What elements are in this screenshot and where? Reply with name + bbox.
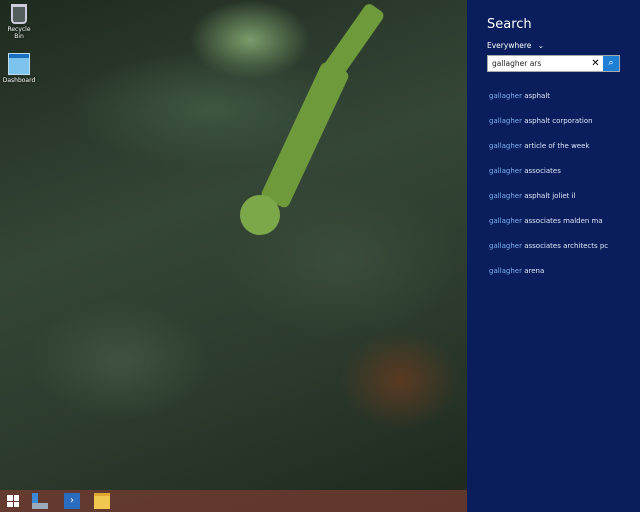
dashboard-shortcut[interactable]: Dashboard xyxy=(2,53,36,84)
suggestion-rest: associates architects pc xyxy=(521,242,609,250)
suggestion-rest: arena xyxy=(521,267,545,275)
suggestion-match: gallagher xyxy=(489,267,522,275)
clear-icon[interactable]: ✕ xyxy=(589,56,602,71)
dashboard-label: Dashboard xyxy=(2,77,36,84)
desktop-wallpaper: Recycle Bin Dashboard › xyxy=(0,0,467,512)
server-manager-icon[interactable] xyxy=(32,493,48,509)
recycle-bin-icon xyxy=(11,4,27,24)
suggestion-match: gallagher xyxy=(489,142,522,150)
search-suggestion[interactable]: gallagher associates malden ma xyxy=(489,217,603,225)
chevron-down-icon: ⌄ xyxy=(537,41,545,50)
suggestion-rest: associates xyxy=(521,167,561,175)
suggestion-match: gallagher xyxy=(489,117,522,125)
scope-label: Everywhere xyxy=(487,41,532,50)
search-input[interactable] xyxy=(488,56,592,71)
suggestion-rest: asphalt xyxy=(521,92,551,100)
start-icon[interactable] xyxy=(5,493,21,509)
search-box: ✕ ⌕ xyxy=(487,55,620,72)
taskbar: › xyxy=(0,490,467,512)
suggestion-rest: article of the week xyxy=(521,142,590,150)
recycle-bin-shortcut[interactable]: Recycle Bin xyxy=(2,4,36,40)
dashboard-icon xyxy=(8,53,30,75)
search-charm-pane: Search Everywhere ⌄ ✕ ⌕ gallagher asphal… xyxy=(467,0,640,512)
search-suggestion[interactable]: gallagher asphalt corporation xyxy=(489,117,593,125)
wallpaper-mantis-body xyxy=(316,1,386,89)
search-title: Search xyxy=(487,17,532,32)
suggestion-match: gallagher xyxy=(489,242,522,250)
search-suggestion[interactable]: gallagher asphalt xyxy=(489,92,550,100)
suggestion-rest: asphalt joliet il xyxy=(521,192,576,200)
search-icon[interactable]: ⌕ xyxy=(603,56,619,71)
suggestion-match: gallagher xyxy=(489,92,522,100)
search-suggestion[interactable]: gallagher associates xyxy=(489,167,561,175)
recycle-bin-label: Recycle Bin xyxy=(7,26,31,40)
powershell-icon[interactable]: › xyxy=(64,493,80,509)
search-scope-dropdown[interactable]: Everywhere ⌄ xyxy=(487,41,544,50)
suggestion-match: gallagher xyxy=(489,167,522,175)
wallpaper-mantis-head xyxy=(240,195,280,235)
file-explorer-icon[interactable] xyxy=(94,493,110,509)
suggestion-match: gallagher xyxy=(489,192,522,200)
search-suggestion[interactable]: gallagher article of the week xyxy=(489,142,589,150)
suggestion-rest: associates malden ma xyxy=(521,217,603,225)
suggestion-match: gallagher xyxy=(489,217,522,225)
search-suggestion[interactable]: gallagher asphalt joliet il xyxy=(489,192,576,200)
suggestion-rest: asphalt corporation xyxy=(521,117,593,125)
search-suggestion[interactable]: gallagher arena xyxy=(489,267,544,275)
search-suggestion[interactable]: gallagher associates architects pc xyxy=(489,242,608,250)
